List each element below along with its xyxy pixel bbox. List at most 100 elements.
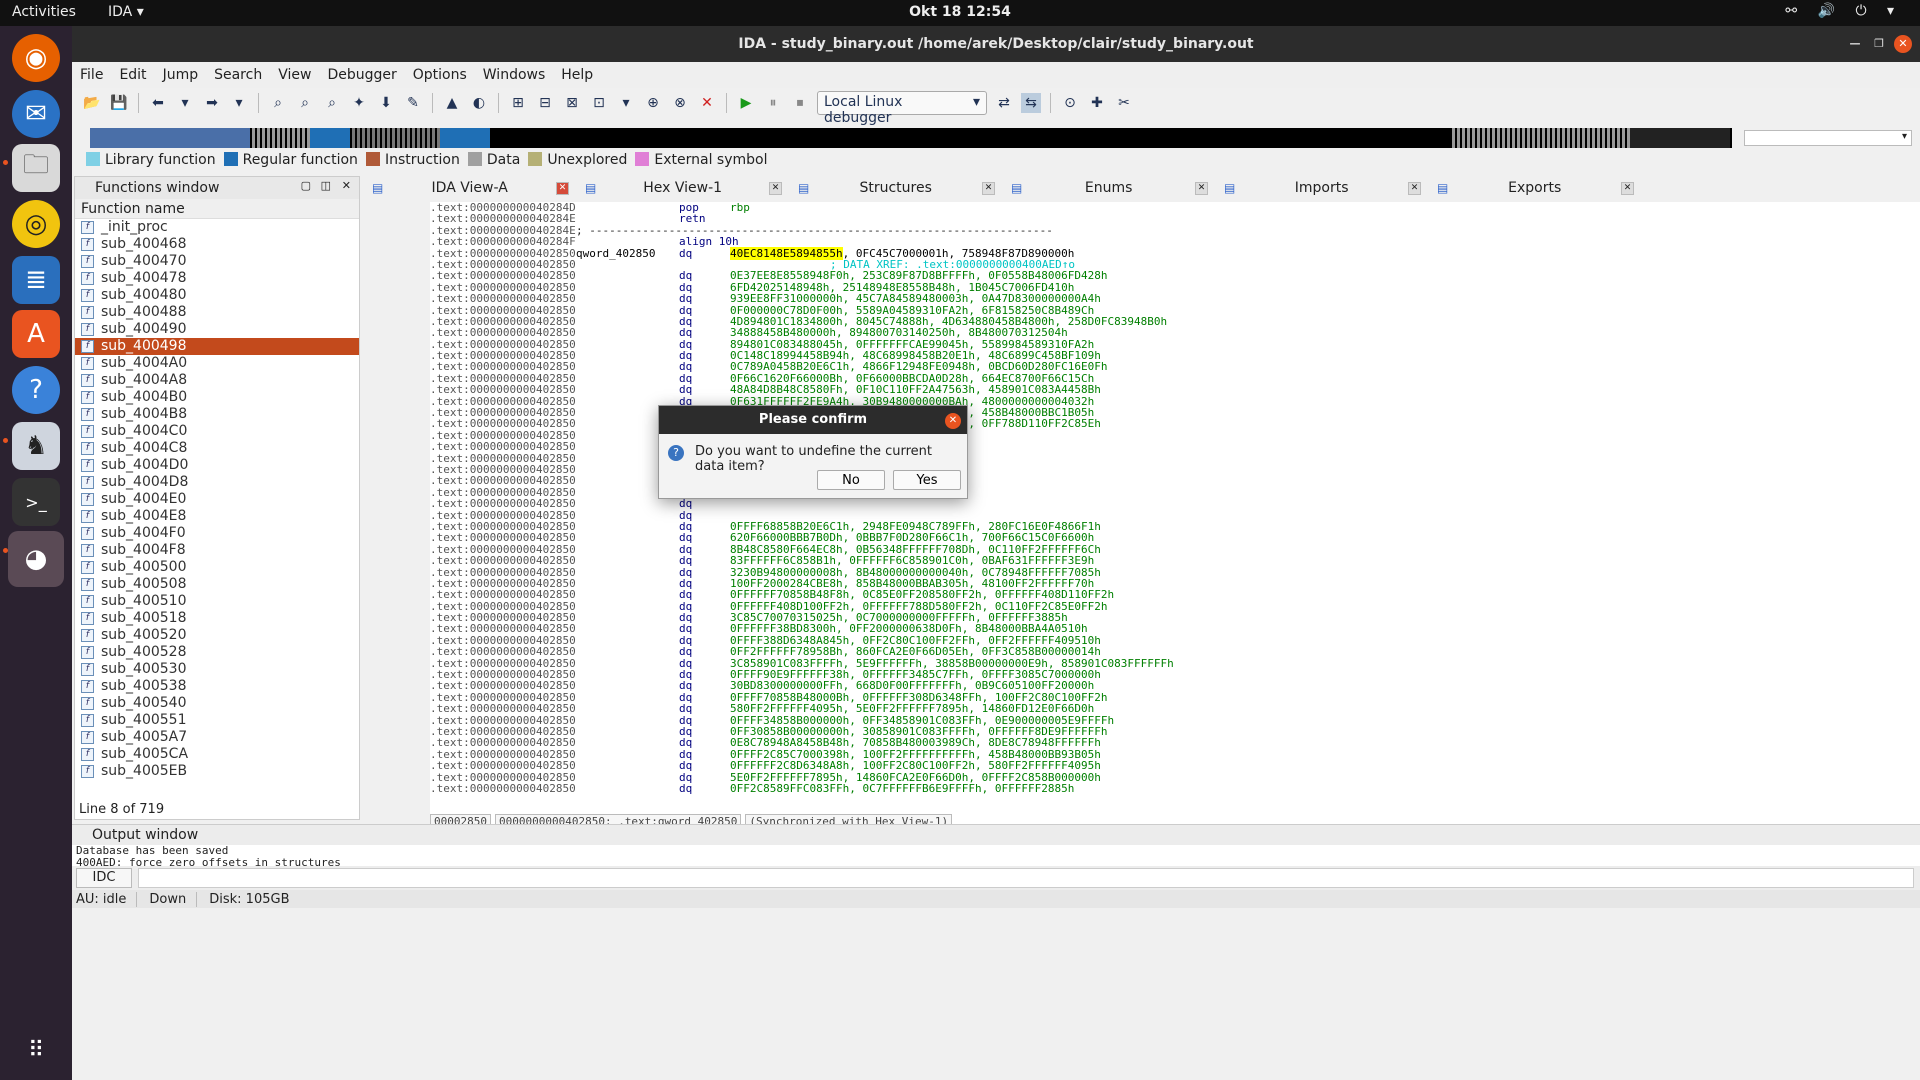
function-list-item[interactable]: f sub_400518	[75, 610, 359, 627]
function-list-item[interactable]: f sub_400520	[75, 627, 359, 644]
close-icon[interactable]: ✕	[342, 179, 351, 192]
dropdown-icon[interactable]: ▾	[616, 93, 636, 113]
close-tab-icon[interactable]: ✕	[1621, 181, 1634, 195]
help-icon[interactable]: ?	[12, 366, 60, 414]
navigation-band-select[interactable]: ▾	[1744, 130, 1912, 146]
back-icon[interactable]: ⬅	[148, 93, 168, 113]
function-list-item[interactable]: f sub_400468	[75, 236, 359, 253]
dropdown-icon[interactable]: ▾	[229, 93, 249, 113]
function-list-item[interactable]: f sub_400498	[75, 338, 359, 355]
close-icon[interactable]: ✕	[945, 413, 961, 429]
attach-icon[interactable]: ⇄	[994, 93, 1014, 113]
disassembly-view[interactable]: .text:000000000040284D pop rbp .text:000000…	[430, 202, 1920, 824]
function-list-item[interactable]: f sub_4004F0	[75, 525, 359, 542]
restore-icon[interactable]: ◫	[321, 179, 331, 192]
menu-help[interactable]: Help	[561, 67, 593, 83]
software-icon[interactable]: A	[12, 310, 60, 358]
ida-active-icon[interactable]: ◕	[8, 531, 64, 587]
dropdown-icon[interactable]: ▾	[175, 93, 195, 113]
menu-options[interactable]: Options	[413, 67, 467, 83]
close-tab-icon[interactable]: ✕	[1195, 181, 1208, 195]
close-tab-icon[interactable]: ✕	[982, 181, 995, 195]
open-icon[interactable]: 📂	[82, 93, 102, 113]
sequence-search-icon[interactable]: ⌕	[322, 93, 342, 113]
tracing-icon[interactable]: ✚	[1087, 93, 1107, 113]
data-icon[interactable]: ⊗	[670, 93, 690, 113]
function-list-item[interactable]: f sub_400530	[75, 661, 359, 678]
no-button[interactable]: No	[817, 470, 885, 490]
function-list-item[interactable]: f sub_400480	[75, 287, 359, 304]
function-list-item[interactable]: f sub_4004D8	[75, 474, 359, 491]
close-icon[interactable]: ✕	[1894, 35, 1912, 53]
proximity-icon[interactable]: ◐	[469, 93, 489, 113]
menu-windows[interactable]: Windows	[483, 67, 546, 83]
navigation-band[interactable]	[90, 128, 1732, 148]
menu-debugger[interactable]: Debugger	[327, 67, 396, 83]
idc-input[interactable]	[138, 868, 1914, 888]
function-list-item[interactable]: f sub_4004A8	[75, 372, 359, 389]
function-list-item[interactable]: f sub_4004C8	[75, 440, 359, 457]
function-list-item[interactable]: f sub_400470	[75, 253, 359, 270]
close-tab-icon[interactable]: ✕	[769, 181, 782, 195]
function-list-item[interactable]: f sub_400490	[75, 321, 359, 338]
function-list-item[interactable]: f sub_4004A0	[75, 355, 359, 372]
menu-jump[interactable]: Jump	[163, 67, 199, 83]
function-list-item[interactable]: f sub_4005EB	[75, 763, 359, 780]
options-icon[interactable]: ✂	[1114, 93, 1134, 113]
idc-button[interactable]: IDC	[76, 868, 132, 888]
segment-icon[interactable]: ⊠	[562, 93, 582, 113]
thunderbird-icon[interactable]: ✉	[12, 90, 60, 138]
debugger-select[interactable]: Local Linux debugger ▾	[817, 91, 987, 126]
function-list-item[interactable]: f sub_400508	[75, 576, 359, 593]
function-list-item[interactable]: f sub_4004F8	[75, 542, 359, 559]
function-list-item[interactable]: f sub_4005A7	[75, 729, 359, 746]
minimize-icon[interactable]: —	[1846, 35, 1864, 53]
function-list-item[interactable]: f _init_proc	[75, 219, 359, 236]
system-tray[interactable]: ⚯ 🔊 ⏻ ▾	[1785, 3, 1902, 19]
struct-icon[interactable]: ⊟	[535, 93, 555, 113]
menu-edit[interactable]: Edit	[119, 67, 146, 83]
function-list-item[interactable]: f sub_400500	[75, 559, 359, 576]
menu-view[interactable]: View	[278, 67, 311, 83]
binary-search-icon[interactable]: ⌕	[268, 93, 288, 113]
function-icon[interactable]: ⊞	[508, 93, 528, 113]
function-list-item[interactable]: f sub_4004C0	[75, 423, 359, 440]
maximize-icon[interactable]: ❐	[1870, 35, 1888, 53]
terminal-icon[interactable]: >_	[12, 478, 60, 526]
jump-icon[interactable]: ⬇	[376, 93, 396, 113]
menu-search[interactable]: Search	[214, 67, 262, 83]
breakpoint-icon[interactable]: ⊙	[1060, 93, 1080, 113]
code-icon[interactable]: ⊕	[643, 93, 663, 113]
function-list-item[interactable]: f sub_400528	[75, 644, 359, 661]
tab-ida-view-a[interactable]: ▤ IDA View-A ✕	[364, 176, 577, 200]
enum-icon[interactable]: ⊡	[589, 93, 609, 113]
function-list-item[interactable]: f sub_4005CA	[75, 746, 359, 763]
function-list-item[interactable]: f sub_4004E0	[75, 491, 359, 508]
undefine-icon[interactable]: ✕	[697, 93, 717, 113]
text-search-icon[interactable]: ⌕	[295, 93, 315, 113]
writer-icon[interactable]: ≣	[12, 256, 60, 304]
pause-icon[interactable]: ⏸	[763, 93, 783, 113]
stop-icon[interactable]: ⏹	[790, 93, 810, 113]
xref-icon[interactable]: ✎	[403, 93, 423, 113]
ida-icon[interactable]: ♞	[12, 422, 60, 470]
function-list-item[interactable]: f sub_400540	[75, 695, 359, 712]
function-list-item[interactable]: f sub_400510	[75, 593, 359, 610]
tab-structures[interactable]: ▤ Structures ✕	[790, 176, 1003, 200]
tab-enums[interactable]: ▤ Enums ✕	[1003, 176, 1216, 200]
firefox-icon[interactable]: ◉	[12, 34, 60, 82]
start-debug-icon[interactable]: ▶	[736, 93, 756, 113]
function-list-item[interactable]: f sub_4004D0	[75, 457, 359, 474]
yes-button[interactable]: Yes	[893, 470, 961, 490]
show-apps-icon[interactable]: ⠿	[12, 1026, 60, 1074]
close-tab-icon[interactable]: ✕	[556, 181, 569, 195]
function-list-item[interactable]: f sub_400538	[75, 678, 359, 695]
save-icon[interactable]: 💾	[109, 93, 129, 113]
files-icon[interactable]: 🗀	[12, 144, 60, 192]
function-list-item[interactable]: f sub_400551	[75, 712, 359, 729]
immediate-search-icon[interactable]: ✦	[349, 93, 369, 113]
float-icon[interactable]: ▢	[301, 179, 311, 192]
tab-hex-view-1[interactable]: ▤ Hex View-1 ✕	[577, 176, 790, 200]
rhythmbox-icon[interactable]: ◎	[12, 200, 60, 248]
close-tab-icon[interactable]: ✕	[1408, 181, 1421, 195]
